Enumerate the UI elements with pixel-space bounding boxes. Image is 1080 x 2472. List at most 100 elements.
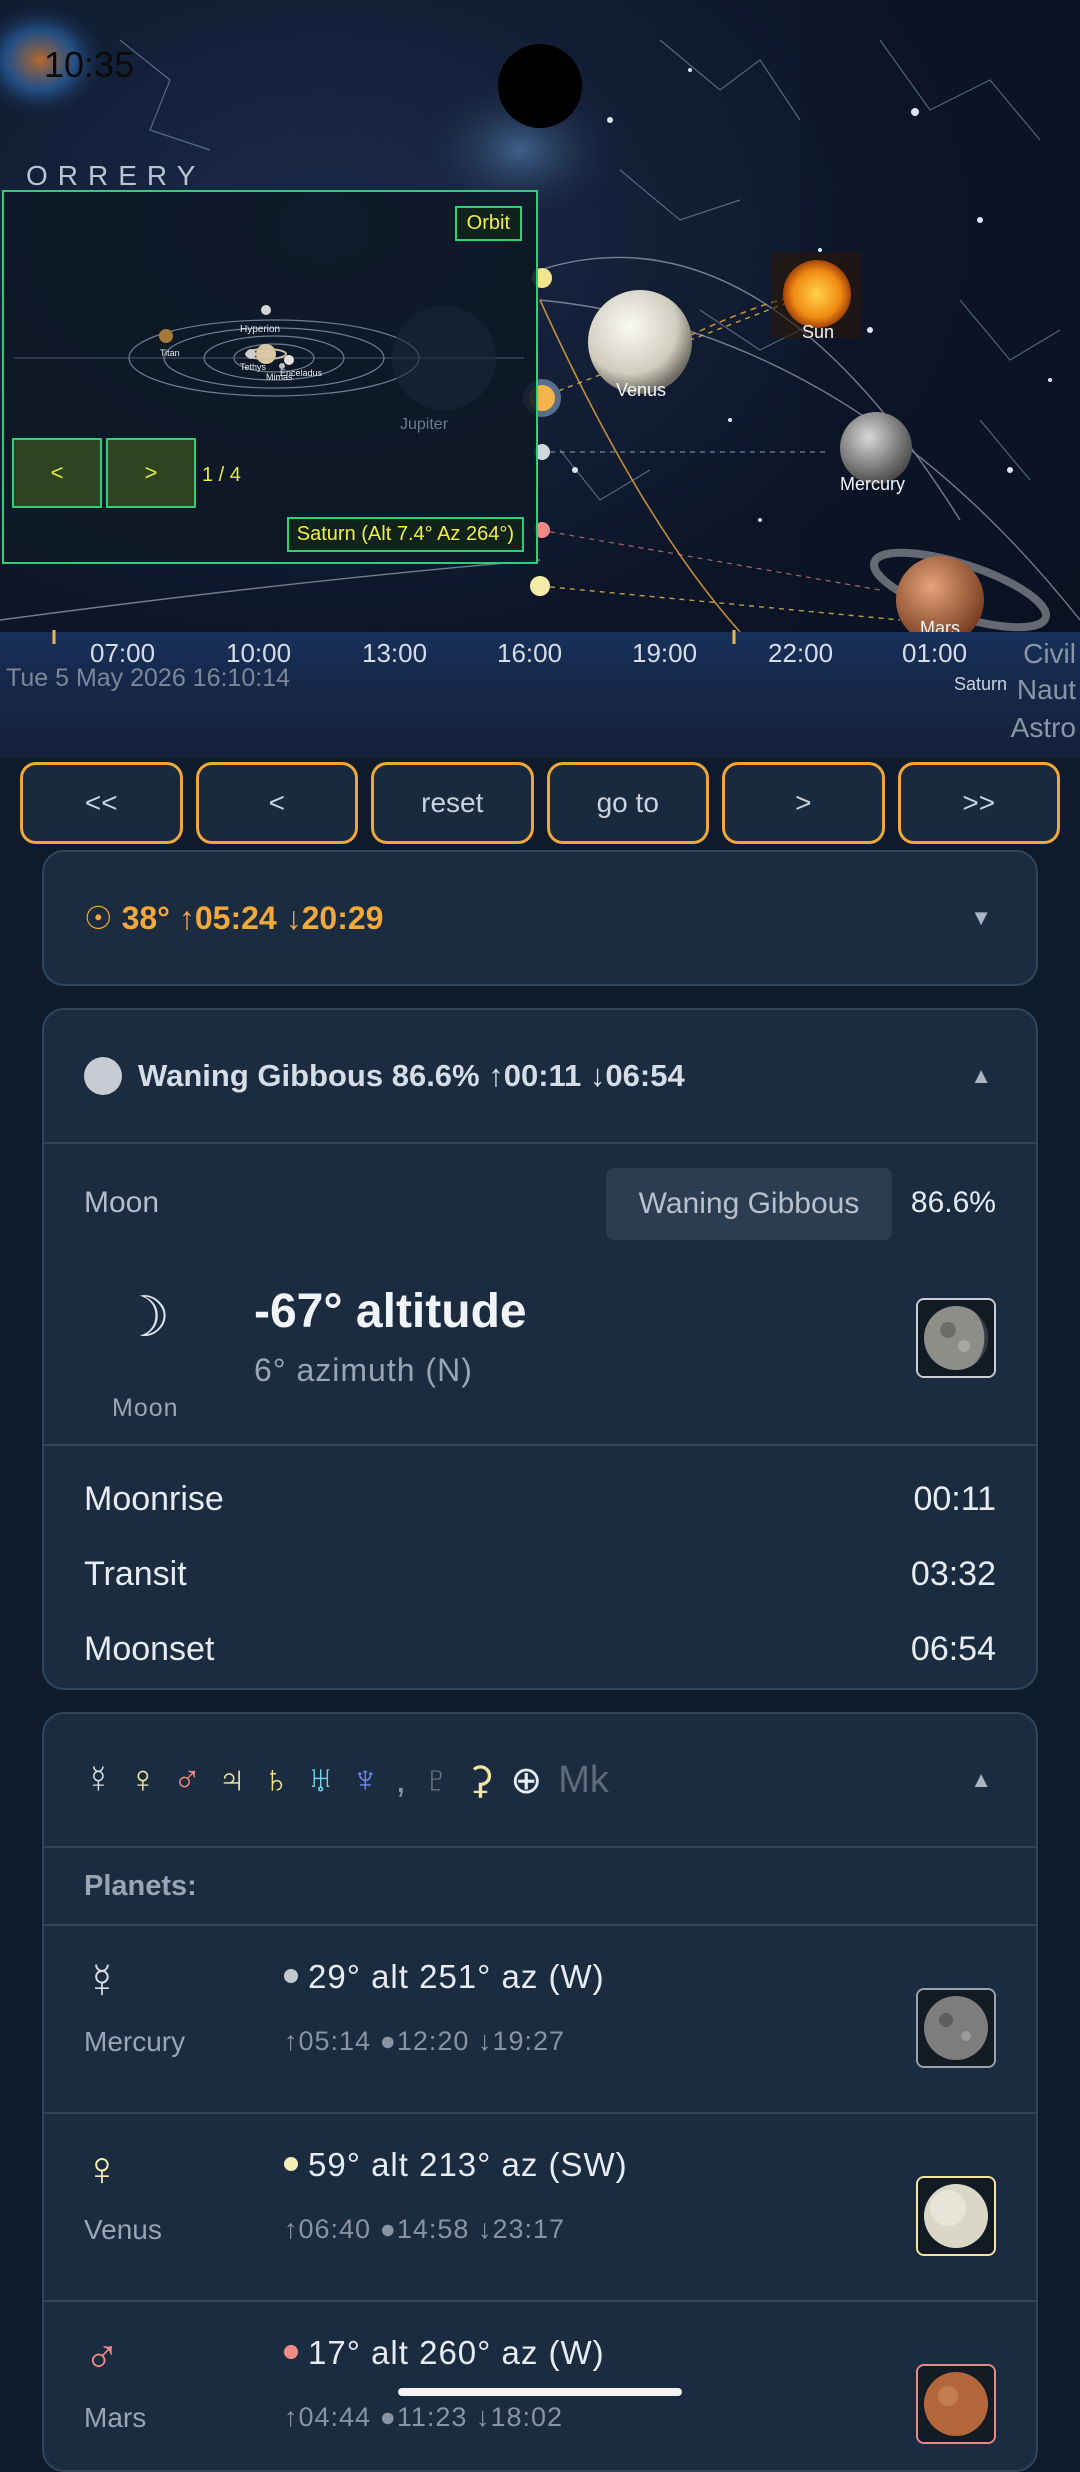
moon-image	[918, 1300, 994, 1376]
chevron-up-icon[interactable]: ▲	[970, 1767, 992, 1793]
twilight-nautical: Naut	[1016, 674, 1076, 705]
planets-card: ☿ ♀ ♂ ♃ ♄ ♅ ♆ , ♇ ⚳ ⊕ Mk ▲ Planets: ☿ Me…	[42, 1712, 1038, 2472]
planet-times: ↑04:44 ●11:23 ↓18:02	[284, 2402, 564, 2432]
planet-position: 59° alt 213° az (SW)	[284, 2146, 628, 2184]
moon-glyph-caption: Moon	[112, 1394, 179, 1422]
illumination-percent: 86.6%	[910, 1186, 996, 1219]
event-name: Moonset	[84, 1630, 215, 1668]
orbit-button[interactable]: Orbit	[454, 206, 522, 241]
timeline-datetime: Tue 5 May 2026 16:10:14	[6, 664, 290, 692]
event-time: 03:32	[910, 1555, 996, 1593]
jupiter-icon[interactable]: ♃	[218, 1759, 247, 1802]
sky-view[interactable]: 10:35 ORRERY Venus Sun Mercury Mars Hype…	[0, 0, 1080, 758]
planet-position: 17° alt 260° az (W)	[284, 2334, 605, 2372]
planets-section-label: Planets:	[84, 1869, 197, 1902]
planet-glyph-strip: ☿ ♀ ♂ ♃ ♄ ♅ ♆ , ♇ ⚳ ⊕ Mk	[84, 1758, 609, 1803]
mars-thumbnail[interactable]	[916, 2364, 996, 2444]
chevron-up-icon[interactable]: ▲	[970, 1063, 992, 1089]
moon-card-header[interactable]: Waning Gibbous 86.6% ↑00:11 ↓06:54 ▲	[44, 1010, 1036, 1142]
timeline-tick: 01:00	[902, 638, 968, 668]
sun-card[interactable]: ☉ 38° ↑05:24 ↓20:29 ▼	[42, 850, 1038, 986]
pluto-icon[interactable]: ♇	[422, 1759, 451, 1802]
app-title: ORRERY	[26, 160, 206, 191]
go-to-button[interactable]: go to	[546, 762, 709, 844]
mercury-thumbnail[interactable]	[916, 1988, 996, 2068]
moon-thumbnail[interactable]	[916, 1298, 996, 1378]
phase-chip: Waning Gibbous	[606, 1168, 892, 1240]
rewind-button[interactable]: <	[195, 762, 358, 844]
venus-thumbnail[interactable]	[916, 2176, 996, 2256]
orrery-page-counter: 1 / 4	[202, 464, 241, 486]
uranus-icon[interactable]: ♅	[307, 1759, 336, 1802]
planets-card-header[interactable]: ☿ ♀ ♂ ♃ ♄ ♅ ♆ , ♇ ⚳ ⊕ Mk ▲	[44, 1714, 1036, 1846]
planet-row-mars[interactable]: ♂ Mars 17° alt 260° az (W) ↑04:44 ●11:23…	[44, 2302, 1036, 2470]
venus-icon[interactable]: ♀	[129, 1759, 158, 1802]
moon-position-row: ☽ Moon -67° altitude 6° azimuth (N)	[44, 1264, 1036, 1444]
home-indicator[interactable]	[398, 2388, 682, 2396]
moonset-row: Moonset 06:54	[84, 1612, 996, 1687]
titan-label: Titan	[160, 348, 180, 358]
mk-icon[interactable]: Mk	[558, 1759, 609, 1802]
moonrise-row: Moonrise 00:11	[84, 1462, 996, 1537]
sun-label: Sun	[802, 322, 835, 342]
mercury-icon: ☿	[84, 1955, 120, 2008]
venus-label: Venus	[616, 380, 667, 400]
mercury-icon[interactable]: ☿	[84, 1759, 113, 1802]
saturn-readout: Saturn (Alt 7.4° Az 264°)	[286, 517, 524, 552]
camera-notch	[498, 44, 582, 128]
mars-icon[interactable]: ♂	[173, 1759, 202, 1802]
earth-icon[interactable]: ⊕	[510, 1758, 542, 1803]
mercury-label: Mercury	[840, 474, 906, 494]
sun-card-header[interactable]: ☉ 38° ↑05:24 ↓20:29 ▼	[44, 852, 1036, 984]
enceladus-label: Enceladus	[280, 368, 323, 378]
saturn-timeline-label: Saturn	[954, 674, 1008, 694]
planet-color-dot	[284, 2345, 298, 2360]
planet-color-dot	[284, 2157, 298, 2172]
venus-icon: ♀	[84, 2143, 120, 2196]
planet-times: ↑05:14 ●12:20 ↓19:27	[284, 2026, 566, 2056]
timeline-bar[interactable]: 07:00 10:00 13:00 16:00 19:00 22:00 01:0…	[0, 630, 1080, 758]
separator-comma: ,	[395, 1758, 407, 1801]
chevron-down-icon[interactable]: ▼	[970, 905, 992, 931]
rewind-fast-button[interactable]: <<	[20, 762, 183, 844]
planet-row-venus[interactable]: ♀ Venus 59° alt 213° az (SW) ↑06:40 ●14:…	[44, 2114, 1036, 2300]
orrery-prev-button[interactable]: <	[12, 438, 102, 508]
timeline-tick: 16:00	[497, 638, 563, 668]
forward-button[interactable]: >	[722, 762, 885, 844]
moon-name-row: Moon Waning Gibbous 86.6%	[44, 1144, 1036, 1264]
event-time: 06:54	[910, 1630, 996, 1668]
reset-button[interactable]: reset	[371, 762, 534, 844]
planet-name: Venus	[84, 2214, 162, 2245]
planet-name: Mercury	[84, 2026, 186, 2057]
moon-phase-icon	[84, 1057, 122, 1095]
planet-position-text: 59° alt 213° az (SW)	[308, 2146, 628, 2183]
mars-icon: ♂	[84, 2331, 120, 2384]
event-time: 00:11	[913, 1480, 996, 1518]
planet-row-mercury[interactable]: ☿ Mercury 29° alt 251° az (W) ↑05:14 ●12…	[44, 1926, 1036, 2112]
hyperion-label: Hyperion	[240, 324, 281, 335]
mars-image	[918, 2366, 994, 2442]
timeline-tick: 19:00	[632, 638, 698, 668]
moon-events: Moonrise 00:11 Transit 03:32 Moonset 06:…	[44, 1446, 1036, 1688]
orrery-panel[interactable]: Hyperion Titan Tethys Mimas Enceladus Ju…	[2, 190, 538, 564]
saturn-icon[interactable]: ♄	[262, 1759, 291, 1802]
status-time: 10:35	[44, 44, 135, 85]
mercury-image	[918, 1990, 994, 2066]
moon-summary: Waning Gibbous 86.6% ↑00:11 ↓06:54	[138, 1058, 685, 1093]
timeline-tick: 22:00	[768, 638, 834, 668]
timeline-tick: 13:00	[362, 638, 428, 668]
planet-name: Mars	[84, 2402, 147, 2433]
neptune-icon[interactable]: ♆	[351, 1759, 380, 1802]
planet-times: ↑06:40 ●14:58 ↓23:17	[284, 2214, 566, 2244]
moon-azimuth: 6° azimuth (N)	[254, 1352, 473, 1388]
forward-fast-button[interactable]: >>	[897, 762, 1060, 844]
twilight-astronomical: Astro	[1010, 712, 1076, 743]
venus-image	[918, 2178, 994, 2254]
orrery-next-button[interactable]: >	[106, 438, 196, 508]
ceres-icon[interactable]: ⚳	[467, 1758, 495, 1803]
transit-row: Transit 03:32	[84, 1537, 996, 1612]
moon-altitude: -67° altitude	[254, 1285, 527, 1338]
planet-color-dot	[284, 1969, 298, 1984]
planet-position-text: 17° alt 260° az (W)	[308, 2334, 605, 2371]
sun-summary: ☉ 38° ↑05:24 ↓20:29	[84, 900, 384, 936]
